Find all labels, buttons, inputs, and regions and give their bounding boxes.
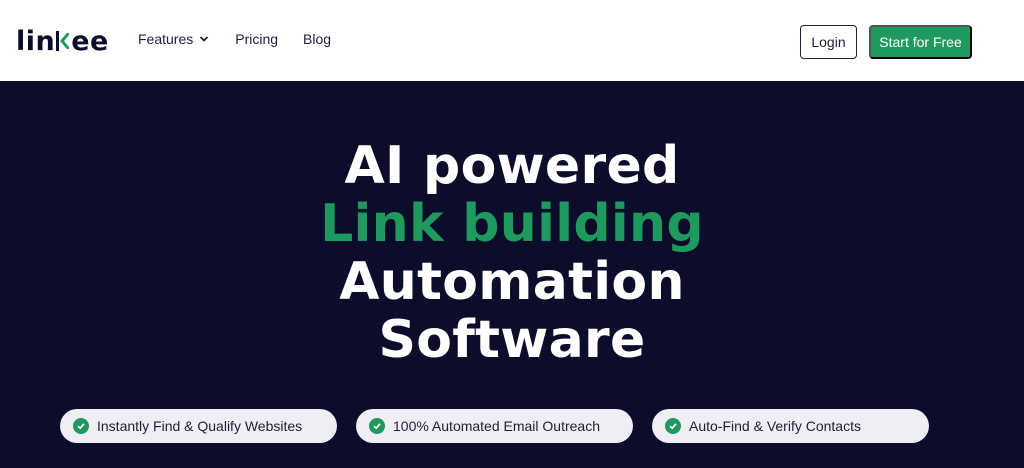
feature-pill-label: Instantly Find & Qualify Websites <box>97 418 303 434</box>
headline-line-2: Link building <box>320 194 704 254</box>
site-header: lin ee Features Pricing Blog Login Start… <box>0 0 1024 81</box>
start-for-free-button[interactable]: Start for Free <box>869 25 972 59</box>
feature-pill-label: Auto-Find & Verify Contacts <box>689 418 861 434</box>
nav-features-label: Features <box>138 31 194 47</box>
logo-k-glyph <box>56 29 70 53</box>
login-button[interactable]: Login <box>800 25 857 59</box>
feature-pill: Instantly Find & Qualify Websites <box>60 409 337 443</box>
feature-pill: Auto-Find & Verify Contacts <box>652 409 929 443</box>
feature-pill: 100% Automated Email Outreach <box>356 409 633 443</box>
hero-section: AI powered Link building Automation Soft… <box>0 81 1024 468</box>
logo-text-start: lin <box>16 25 56 57</box>
check-circle-icon <box>665 418 681 434</box>
chevron-down-icon <box>199 34 209 44</box>
feature-pill-label: 100% Automated Email Outreach <box>393 418 601 434</box>
check-circle-icon <box>73 418 89 434</box>
linkee-logo[interactable]: lin ee <box>16 25 109 57</box>
headline-line-4: Software <box>378 310 646 370</box>
hero-headline: AI powered Link building Automation Soft… <box>0 137 1024 369</box>
main-nav: Features Pricing Blog <box>138 31 331 47</box>
nav-blog[interactable]: Blog <box>303 31 331 47</box>
nav-features[interactable]: Features <box>138 31 209 47</box>
check-circle-icon <box>369 418 385 434</box>
headline-line-3: Automation <box>339 252 685 312</box>
page: lin ee Features Pricing Blog Login Start… <box>0 0 1024 468</box>
headline-line-1: AI powered <box>344 136 680 196</box>
nav-pricing[interactable]: Pricing <box>235 31 278 47</box>
logo-text-end: ee <box>71 25 109 57</box>
